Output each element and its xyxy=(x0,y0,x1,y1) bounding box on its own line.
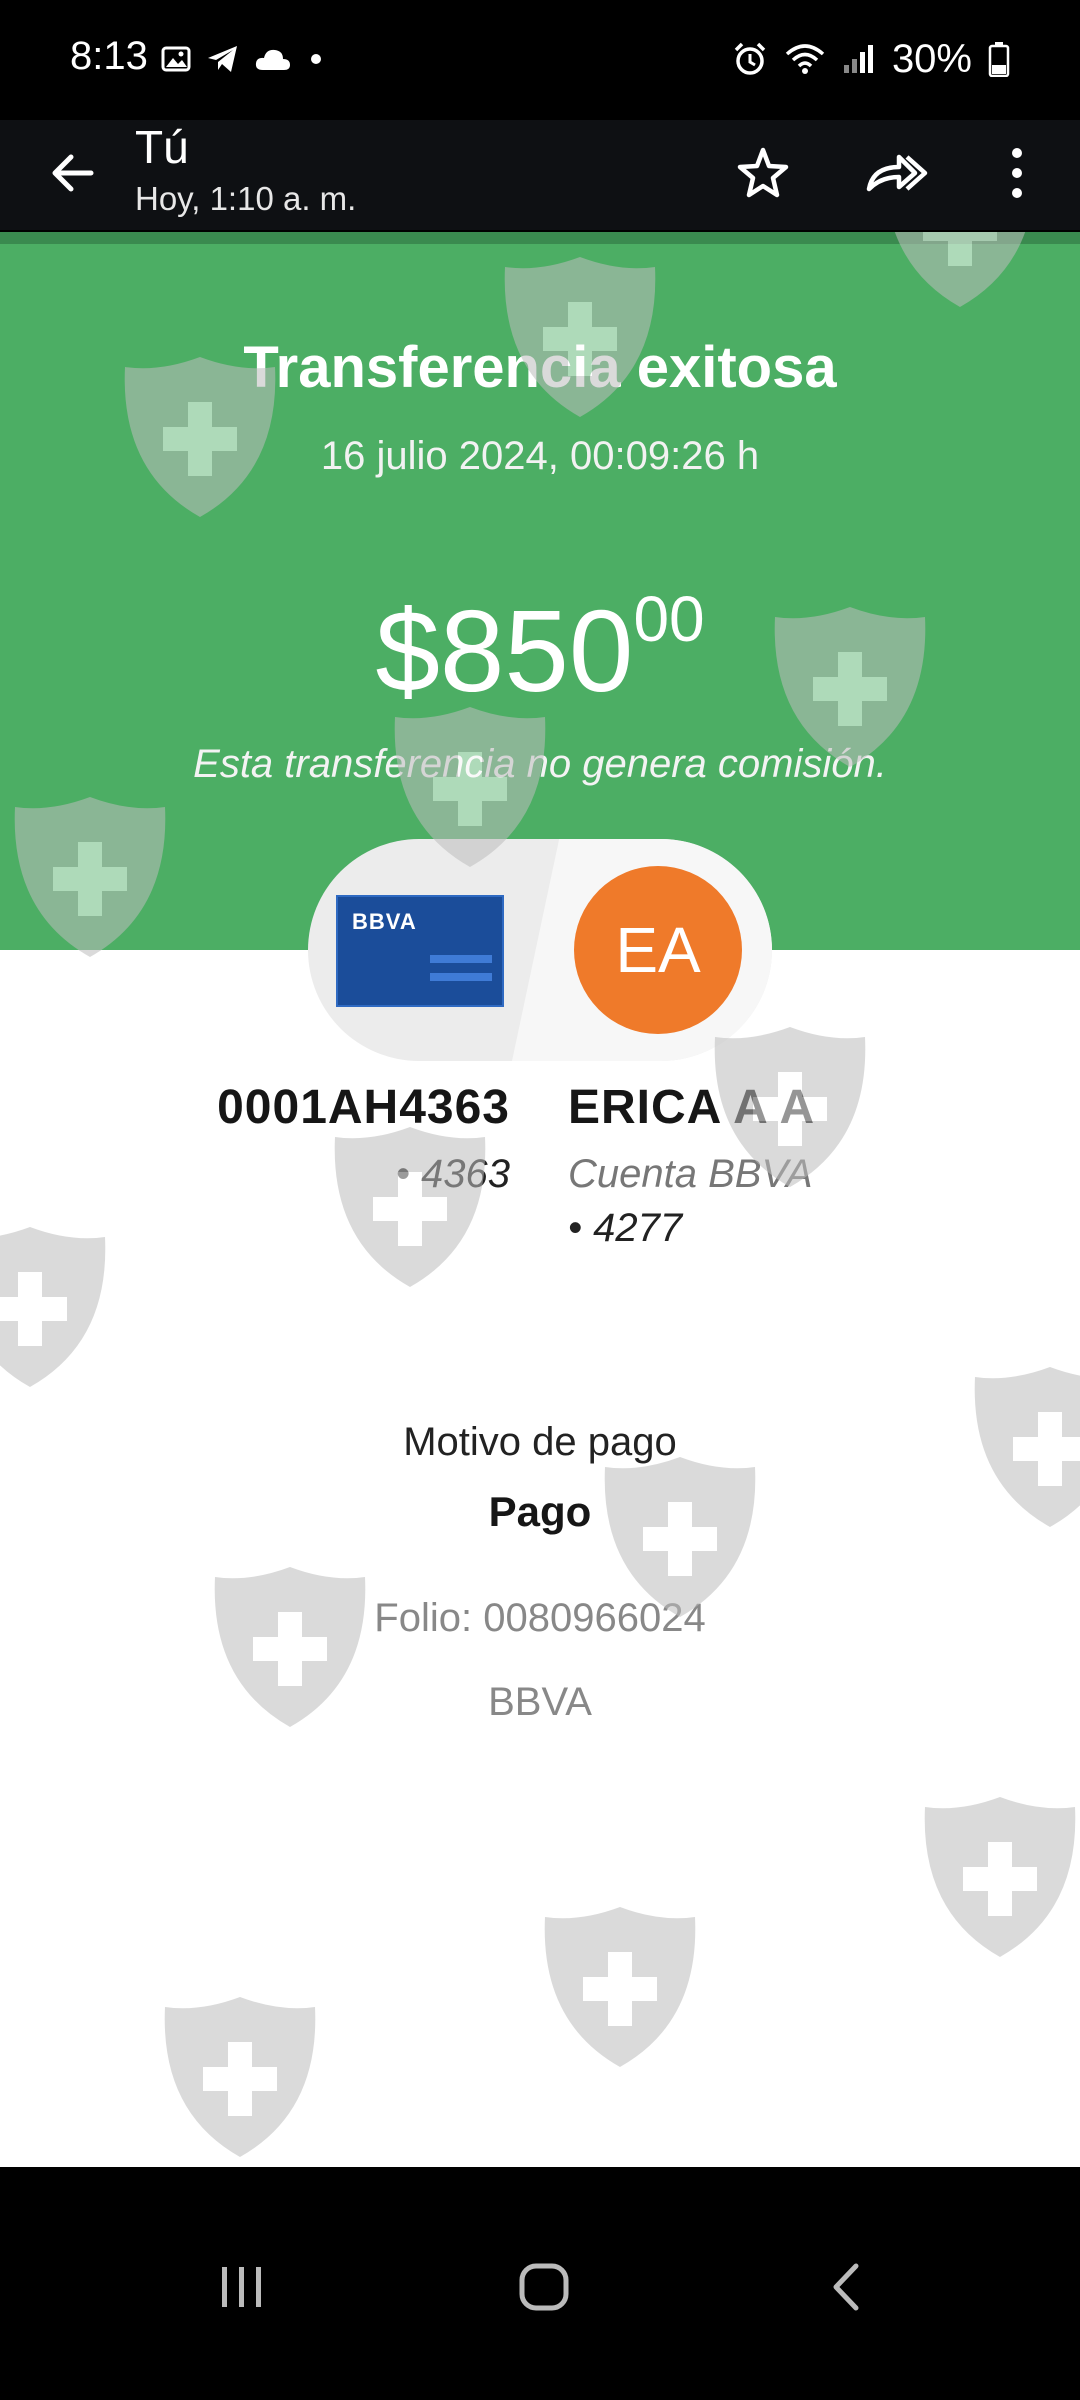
from-account-suffix: • 4363 xyxy=(395,1152,510,1196)
home-icon xyxy=(519,2263,569,2311)
recent-apps-icon xyxy=(222,2267,261,2307)
fee-note: Esta transferencia no genera comisión. xyxy=(193,742,887,786)
status-bar: 8:13 30% xyxy=(0,0,1080,120)
app-bar: Tú Hoy, 1:10 a. m. xyxy=(0,120,1080,230)
more-options-button[interactable] xyxy=(982,138,1052,208)
dot-icon xyxy=(311,54,321,64)
amount: $85000 xyxy=(0,583,1080,718)
to-account: ERICA A A xyxy=(568,1080,815,1135)
to-account-type: Cuenta BBVA xyxy=(568,1152,813,1196)
folio: Folio: 0080966024 xyxy=(374,1596,706,1640)
battery-icon xyxy=(988,42,1010,77)
from-account: 0001AH4363 xyxy=(0,1080,510,1135)
amount-cents: 00 xyxy=(633,583,705,655)
battery-percent: 30% xyxy=(891,36,972,81)
chevron-left-icon xyxy=(833,2263,859,2311)
chat-title: Tú xyxy=(135,121,189,173)
image-icon xyxy=(161,46,191,72)
star-button[interactable] xyxy=(728,138,798,208)
forward-button[interactable] xyxy=(862,138,932,208)
wifi-icon xyxy=(785,44,825,74)
home-button[interactable] xyxy=(494,2237,594,2337)
receipt-heading: Transferencia exitosa xyxy=(243,335,837,400)
telegram-icon xyxy=(208,46,237,72)
bank-card-logo: BBVA xyxy=(352,909,417,934)
chat-subtitle: Hoy, 1:10 a. m. xyxy=(135,180,357,217)
watermark-shield-icon xyxy=(164,1997,316,2157)
status-time: 8:13 xyxy=(70,34,148,78)
bank-card-icon: BBVA xyxy=(336,895,504,1007)
amount-main: $850 xyxy=(375,586,634,716)
reason-value: Pago xyxy=(488,1488,592,1535)
avatar: EA xyxy=(574,866,742,1034)
status-right: 30% xyxy=(732,34,1010,84)
signal-icon xyxy=(843,45,873,73)
arrow-left-icon xyxy=(52,154,94,192)
reason-label: Motivo de pago xyxy=(403,1420,677,1464)
watermark-shield-icon xyxy=(924,1797,1076,1957)
watermark-shield-icon xyxy=(334,1127,486,1287)
star-icon xyxy=(737,147,789,198)
status-left-icons xyxy=(160,34,326,84)
from-account-number: 0001AH4363 xyxy=(217,1081,510,1134)
bank-name: BBVA xyxy=(488,1680,592,1724)
more-vert-icon xyxy=(1012,148,1022,198)
recent-apps-button[interactable] xyxy=(192,2237,292,2337)
alarm-icon xyxy=(734,42,766,75)
receipt-datetime: 16 julio 2024, 00:09:26 h xyxy=(320,434,760,478)
transfer-parties: BBVA EA xyxy=(308,839,772,1061)
watermark-shield-icon xyxy=(0,1227,106,1387)
watermark-shield-icon xyxy=(544,1907,696,2067)
system-nav-bar xyxy=(0,2167,1080,2400)
forward-icon xyxy=(866,154,928,192)
receipt-image[interactable]: Transferencia exitosa 16 julio 2024, 00:… xyxy=(0,232,1080,2167)
cloud-icon xyxy=(255,49,290,70)
back-button[interactable] xyxy=(38,138,108,208)
to-name: ERICA A A xyxy=(568,1081,816,1134)
back-nav-button[interactable] xyxy=(796,2237,896,2337)
to-account-suffix: • 4277 xyxy=(568,1206,683,1250)
